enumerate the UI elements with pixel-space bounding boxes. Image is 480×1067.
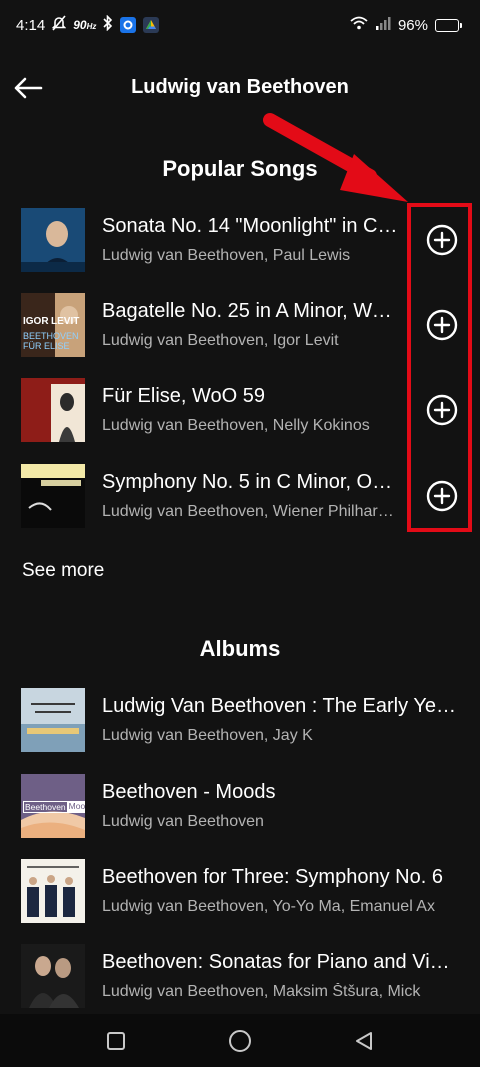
song-artists: Ludwig van Beethoven, Wiener Philharmoni… bbox=[102, 503, 402, 520]
album-title: Beethoven - Moods bbox=[102, 781, 276, 803]
song-cover-art bbox=[21, 208, 85, 272]
song-title: Bagatelle No. 25 in A Minor, WoO 59 bbox=[102, 300, 402, 322]
album-row[interactable]: Beethoven Moods Beethoven - Moods Ludwig… bbox=[0, 774, 480, 844]
system-nav-bar bbox=[0, 1014, 480, 1067]
see-more-button[interactable]: See more bbox=[22, 560, 104, 582]
song-title: Symphony No. 5 in C Minor, Op. 67 bbox=[102, 471, 402, 493]
wifi-icon bbox=[350, 16, 368, 34]
battery-icon bbox=[435, 18, 462, 32]
cover-text: LEVIT bbox=[51, 317, 79, 327]
cover-text: Beethoven Moods bbox=[23, 801, 85, 813]
recents-square-icon bbox=[107, 1031, 125, 1050]
battery-percent: 96% bbox=[397, 16, 428, 34]
refresh-rate-value: 90 bbox=[73, 18, 87, 32]
song-artists: Ludwig van Beethoven, Paul Lewis bbox=[102, 247, 351, 264]
song-cover-art bbox=[21, 464, 85, 528]
status-bar: 4:14 90Hz 96% bbox=[0, 0, 480, 50]
cover-text: BEETHOVEN FÜR ELISE bbox=[23, 331, 79, 351]
back-nav-button[interactable] bbox=[351, 1028, 377, 1054]
home-button[interactable] bbox=[227, 1028, 253, 1054]
album-title: Beethoven: Sonatas for Piano and Violin bbox=[102, 951, 458, 973]
album-artists: Ludwig van Beethoven bbox=[102, 813, 264, 830]
signal-icon bbox=[375, 16, 391, 34]
home-circle-icon bbox=[229, 1029, 251, 1052]
song-cover-art bbox=[21, 378, 85, 442]
cover-text-line: BEETHOVEN bbox=[23, 331, 79, 341]
mute-icon bbox=[51, 15, 67, 35]
album-artists: Ludwig van Beethoven, Yo-Yo Ma, Emanuel … bbox=[102, 898, 435, 915]
album-row[interactable]: Beethoven for Three: Symphony No. 6 Ludw… bbox=[0, 859, 480, 929]
refresh-rate-unit: Hz bbox=[86, 22, 97, 31]
recents-button[interactable] bbox=[103, 1028, 129, 1054]
status-right: 96% bbox=[350, 16, 462, 34]
drive-app-icon bbox=[143, 17, 160, 33]
album-title: Ludwig Van Beethoven : The Early Years bbox=[102, 695, 458, 717]
album-cover-art: Beethoven Moods bbox=[21, 774, 85, 838]
top-bar: Ludwig van Beethoven bbox=[0, 66, 480, 110]
bluetooth-icon bbox=[103, 14, 113, 35]
album-artists: Ludwig van Beethoven, Maksim Štšura, Mic… bbox=[102, 983, 421, 1000]
album-artists: Ludwig van Beethoven, Jay K bbox=[102, 727, 313, 744]
cover-text-line: Moods bbox=[67, 801, 85, 813]
song-title: Für Elise, WoO 59 bbox=[102, 385, 266, 407]
cover-text: IGOR bbox=[23, 317, 49, 327]
status-time: 4:14 bbox=[16, 16, 46, 34]
cover-text-line: LEVIT bbox=[51, 316, 80, 327]
album-cover-art bbox=[21, 688, 85, 752]
page-title: Ludwig van Beethoven bbox=[131, 76, 349, 98]
refresh-rate: 90Hz bbox=[73, 18, 96, 32]
song-artists: Ludwig van Beethoven, Igor Levit bbox=[102, 332, 339, 349]
song-title: Sonata No. 14 "Moonlight" in C-Sharp Min… bbox=[102, 215, 402, 237]
album-cover-art bbox=[21, 944, 85, 1008]
annotation-highlight-box bbox=[407, 203, 472, 532]
album-row[interactable]: Beethoven: Sonatas for Piano and Violin … bbox=[0, 944, 480, 1014]
cover-text-line: FÜR ELISE bbox=[23, 341, 70, 351]
cover-text-line: IGOR bbox=[23, 316, 49, 327]
settings-app-icon bbox=[120, 17, 137, 33]
song-cover-art: IGOR LEVIT BEETHOVEN FÜR ELISE bbox=[21, 293, 85, 357]
back-triangle-icon bbox=[356, 1031, 372, 1050]
song-artists: Ludwig van Beethoven, Nelly Kokinos bbox=[102, 417, 370, 434]
album-title: Beethoven for Three: Symphony No. 6 bbox=[102, 866, 443, 888]
status-left: 4:14 90Hz bbox=[16, 14, 160, 35]
albums-heading: Albums bbox=[199, 636, 281, 661]
album-row[interactable]: Ludwig Van Beethoven : The Early Years L… bbox=[0, 688, 480, 758]
album-cover-art bbox=[21, 859, 85, 923]
annotation-arrow bbox=[263, 113, 408, 202]
cover-text-line: Beethoven bbox=[23, 801, 68, 813]
